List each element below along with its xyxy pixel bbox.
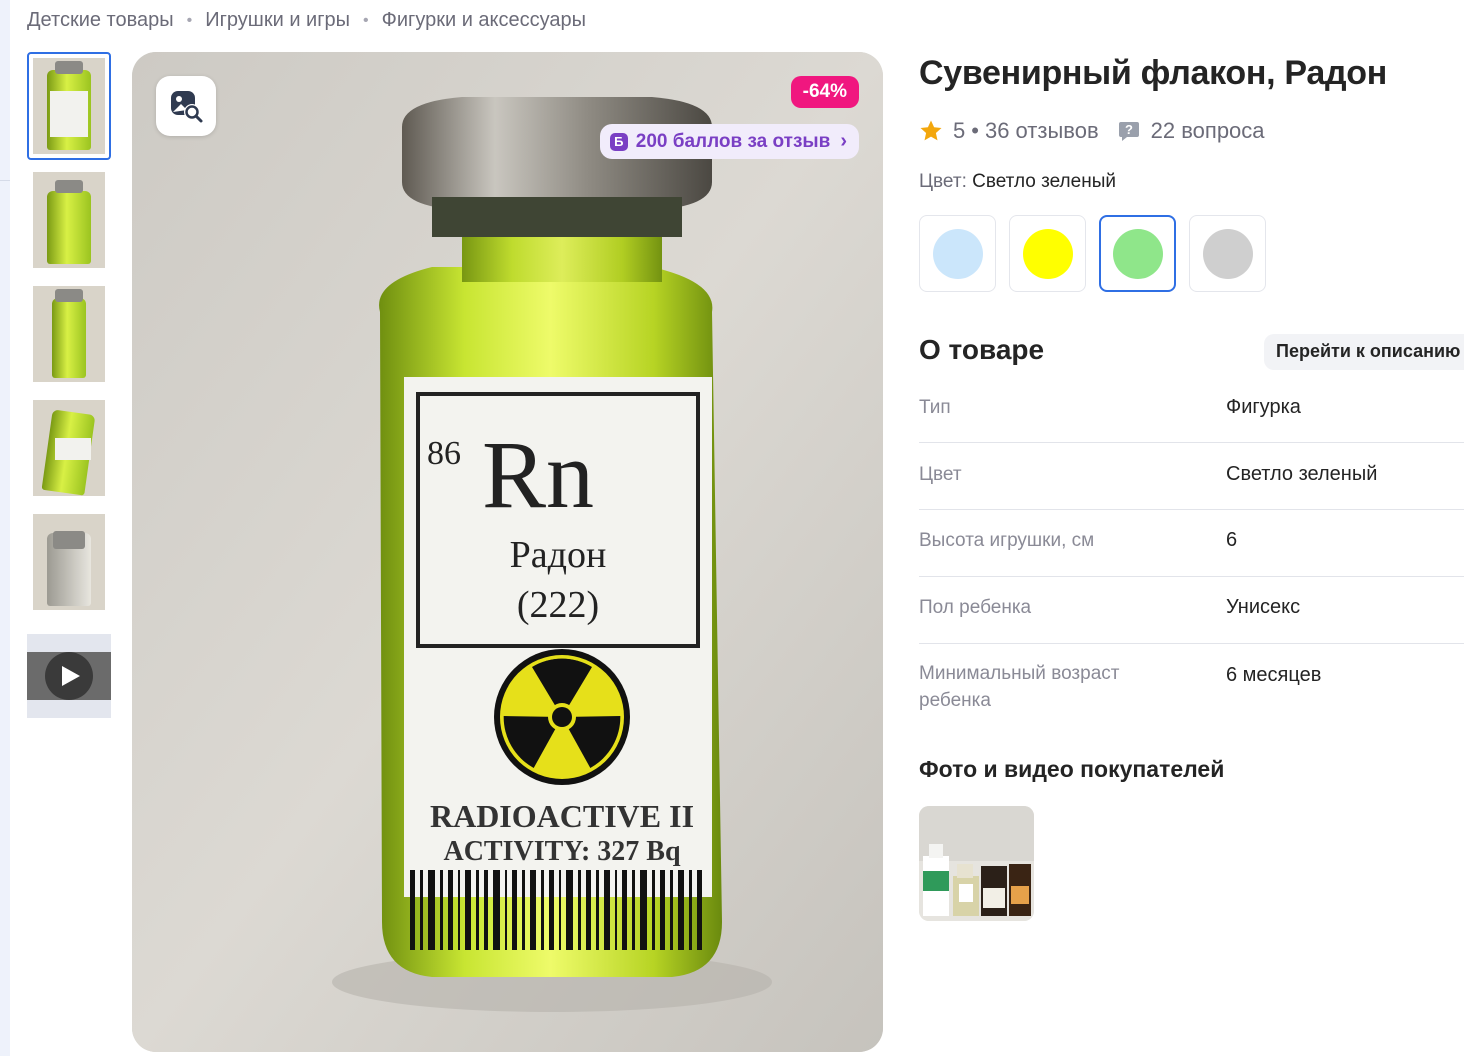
svg-text:?: ? [1125,122,1133,137]
thumbnail-1[interactable] [27,52,111,160]
left-edge-panel [0,0,10,1056]
element-number: 86 [427,435,461,472]
question-icon: ? [1118,122,1139,141]
breadcrumb-separator: • [363,11,369,29]
spec-value: 6 месяцев [1226,664,1322,686]
thumbnail-2[interactable] [27,166,111,274]
spec-row: Минимальный возраст ребенка 6 месяцев [919,644,1464,724]
video-thumbnail[interactable] [27,634,111,718]
color-label-key: Цвет: [919,171,967,192]
radiation-icon [494,649,630,785]
rating-value: 5 [953,118,966,143]
thumbnail-4[interactable] [27,394,111,502]
image-search-icon [171,91,203,123]
buyer-media-title: Фото и видео покупателей [919,756,1225,782]
rating-separator: • [971,118,979,143]
breadcrumb-item-toys-games[interactable]: Игрушки и игры [205,9,350,32]
rating-row: 5 • 36 отзывов ? 22 вопроса [919,118,1265,144]
spec-value: 6 [1226,529,1238,551]
questions-link[interactable]: 22 вопроса [1151,118,1265,144]
spec-key: Высота игрушки, см [919,530,1095,551]
spec-key: Тип [919,397,951,418]
thumbnail-image [33,514,105,610]
spec-row: Пол ребенка Унисекс [919,577,1464,644]
element-name: Радон [510,534,607,576]
goto-description-button[interactable]: Перейти к описанию [1264,334,1464,370]
star-icon [920,120,942,141]
color-swatch-light-green[interactable] [1099,215,1176,292]
activity-text: ACTIVITY: 327 Bq [443,836,680,867]
color-swatch-gray[interactable] [1189,215,1266,292]
breadcrumb-item-figures[interactable]: Фигурки и аксессуары [382,9,586,32]
element-mass: (222) [517,584,599,626]
spec-row: Цвет Светло зеленый [919,443,1464,510]
thumbnail-image [33,286,105,382]
spec-row: Тип Фигурка [919,376,1464,443]
color-swatches [919,215,1266,292]
about-product-title: О товаре [919,334,1045,365]
spec-row: Высота игрушки, см 6 [919,510,1464,577]
discount-badge: -64% [790,76,859,108]
color-swatch-yellow[interactable] [1009,215,1086,292]
vial-illustration: 86 Rn Радон (222) RADIOACTIVE II ACTIVIT… [132,52,883,1052]
spec-key: Пол ребенка [919,597,1032,618]
points-icon: Б [609,132,628,151]
breadcrumb-separator: • [186,11,193,29]
chevron-right-icon: › [840,130,847,152]
spec-value: Унисекс [1226,596,1301,618]
spec-value: Фигурка [1226,396,1301,418]
color-swatch-light-blue[interactable] [919,215,996,292]
thumbnail-image [33,172,105,268]
breadcrumb: Детские товары • Игрушки и игры • Фигурк… [27,9,586,32]
review-points-button[interactable]: Б 200 баллов за отзыв › [599,124,859,159]
spec-value: Светло зеленый [1226,463,1378,485]
color-label-value: Светло зеленый [972,171,1116,192]
reviews-link[interactable]: 36 отзывов [985,118,1099,144]
element-symbol: Rn [482,421,594,528]
thumbnail-image [33,58,105,154]
main-product-image[interactable]: 86 Rn Радон (222) RADIOACTIVE II ACTIVIT… [132,52,883,1052]
play-icon [45,652,93,700]
spec-key: Минимальный возраст ребенка [919,663,1120,711]
buyer-photo-image [919,806,1034,921]
color-selector-label: Цвет: Светло зеленый [919,171,1116,193]
photo-search-button[interactable] [156,76,216,136]
thumbnail-image [33,400,105,496]
thumbnail-3[interactable] [27,280,111,388]
product-title: Сувенирный флакон, Радон [919,54,1387,92]
breadcrumb-item-kids-goods[interactable]: Детские товары [27,9,174,32]
buyer-photo-thumbnail[interactable] [919,806,1034,921]
radioactive-text: RADIOACTIVE II [430,798,694,834]
spec-key: Цвет [919,464,962,485]
review-points-text: 200 баллов за отзыв [635,130,831,152]
thumbnail-5[interactable] [27,508,111,616]
